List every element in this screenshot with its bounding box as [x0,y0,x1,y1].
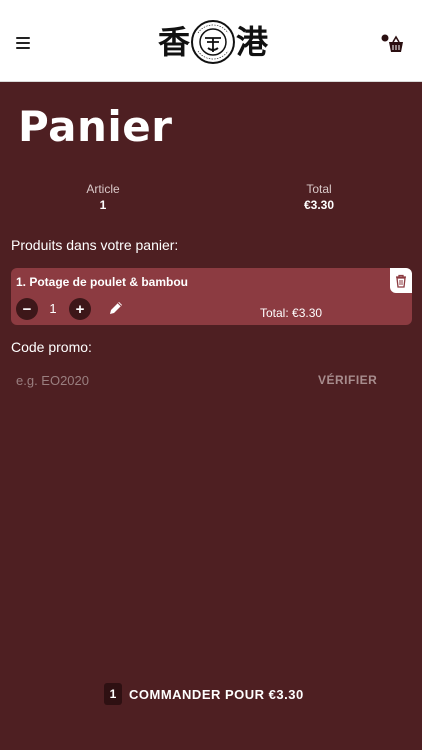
top-bar: 香 港 [0,0,422,82]
hamburger-menu-icon[interactable] [16,37,30,49]
logo-seal-icon [191,20,235,64]
pencil-icon[interactable] [108,300,124,316]
verify-promo-button[interactable]: VÉRIFIER [318,373,377,387]
total-summary: Total €3.30 [239,182,399,213]
decrease-quantity-button[interactable]: − [16,298,38,320]
article-label: Article [86,182,120,196]
article-summary: Article 1 [23,182,183,213]
delete-item-button[interactable] [390,268,412,293]
cart-item-total: Total: €3.30 [260,306,323,320]
promo-code-label: Code promo: [11,339,92,355]
promo-code-input[interactable] [11,366,291,394]
brand-logo[interactable]: 香 港 [158,18,268,66]
page-title: Panier [18,102,173,151]
logo-char-left: 香 [158,23,191,61]
logo-char-right: 港 [235,23,268,61]
place-order-label: COMMANDER POUR €3.30 [129,686,304,702]
cart-item-name: 1. Potage de poulet & bambou [16,275,189,289]
place-order-button[interactable]: 1 COMMANDER POUR €3.30 [104,682,304,706]
cart-item: 1. Potage de poulet & bambou − 1 + Total… [11,268,412,325]
trash-icon [396,274,406,288]
total-label: Total [306,182,332,196]
article-count: 1 [99,198,107,212]
quantity-value: 1 [49,301,57,316]
increase-quantity-button[interactable]: + [69,298,91,320]
basket-icon[interactable] [381,34,405,54]
total-value: €3.30 [303,198,335,212]
cart-section-label: Produits dans votre panier: [11,237,179,253]
order-item-count-badge: 1 [104,683,122,705]
